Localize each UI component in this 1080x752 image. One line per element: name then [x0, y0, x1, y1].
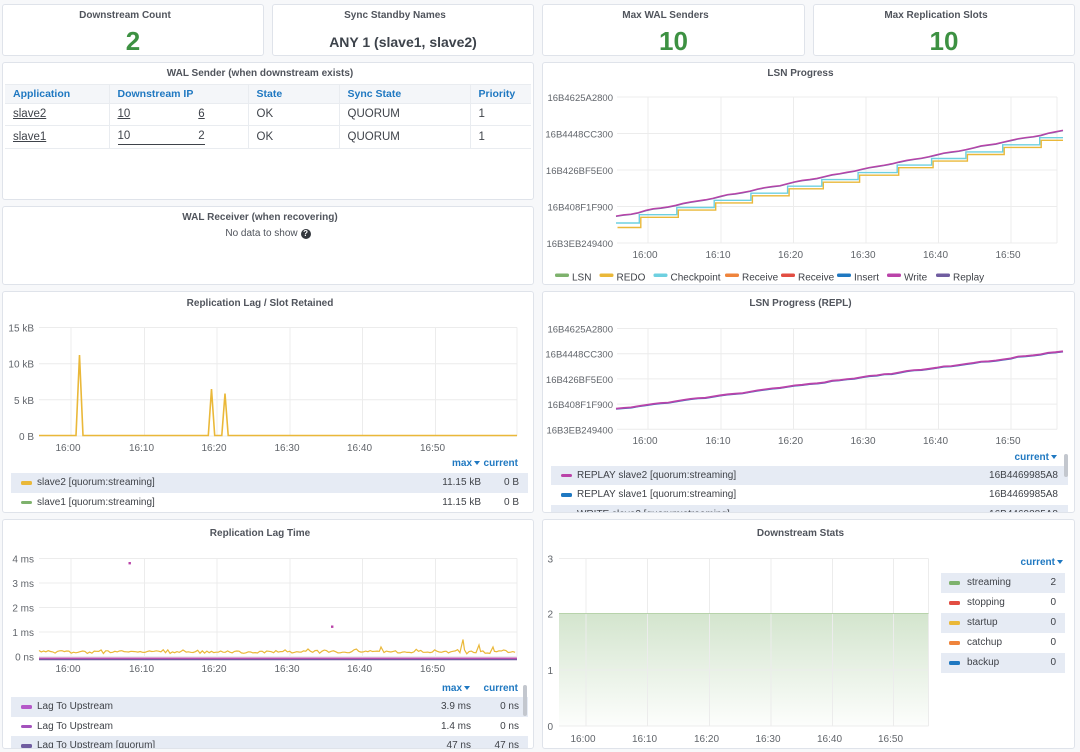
svg-text:16:30: 16:30: [755, 734, 780, 745]
svg-text:LSN: LSN: [572, 273, 591, 284]
svg-text:16B408F1F900: 16B408F1F900: [548, 203, 614, 214]
svg-text:16B4448CC300: 16B4448CC300: [545, 130, 613, 141]
svg-text:16:10: 16:10: [705, 436, 730, 447]
svg-text:16:30: 16:30: [274, 664, 299, 675]
svg-text:3 ms: 3 ms: [12, 579, 34, 590]
svg-text:16B3EB249400: 16B3EB249400: [546, 239, 613, 250]
svg-text:16:50: 16:50: [420, 443, 445, 454]
svg-text:16:00: 16:00: [55, 664, 80, 675]
svg-text:Receive: Receive: [742, 273, 779, 284]
svg-text:16:00: 16:00: [632, 436, 657, 447]
svg-text:16:00: 16:00: [632, 250, 657, 261]
svg-text:0 ns: 0 ns: [15, 653, 34, 664]
svg-text:16B426BF5E00: 16B426BF5E00: [546, 375, 613, 386]
svg-text:16:30: 16:30: [274, 443, 299, 454]
svg-text:16B4625A2800: 16B4625A2800: [547, 325, 613, 336]
svg-text:16:30: 16:30: [850, 436, 875, 447]
svg-text:16:00: 16:00: [570, 734, 595, 745]
svg-text:16:40: 16:40: [347, 664, 372, 675]
svg-text:5 kB: 5 kB: [14, 396, 34, 407]
svg-text:Replay: Replay: [953, 273, 984, 284]
svg-text:0 B: 0 B: [19, 432, 34, 443]
svg-text:16:50: 16:50: [995, 250, 1020, 261]
svg-text:16:20: 16:20: [694, 734, 719, 745]
svg-text:16:20: 16:20: [778, 250, 803, 261]
svg-text:16:20: 16:20: [201, 443, 226, 454]
svg-text:16:40: 16:40: [923, 250, 948, 261]
svg-text:Write: Write: [904, 273, 928, 284]
svg-text:REDO: REDO: [617, 273, 646, 284]
svg-text:16:10: 16:10: [705, 250, 730, 261]
svg-text:16:50: 16:50: [995, 436, 1020, 447]
svg-text:16:40: 16:40: [817, 734, 842, 745]
svg-text:Receive: Receive: [798, 273, 835, 284]
svg-text:16:20: 16:20: [778, 436, 803, 447]
svg-text:16B426BF5E00: 16B426BF5E00: [546, 166, 613, 177]
svg-text:Checkpoint: Checkpoint: [671, 273, 721, 284]
svg-text:2 ms: 2 ms: [12, 604, 34, 615]
svg-text:16B4448CC300: 16B4448CC300: [545, 350, 613, 361]
svg-text:16:50: 16:50: [420, 664, 445, 675]
svg-text:16B408F1F900: 16B408F1F900: [548, 400, 614, 411]
svg-text:10 kB: 10 kB: [8, 360, 34, 371]
svg-text:16B4625A2800: 16B4625A2800: [547, 93, 613, 104]
svg-text:1 ms: 1 ms: [12, 628, 34, 639]
svg-text:16:20: 16:20: [201, 664, 226, 675]
svg-text:0: 0: [547, 722, 553, 733]
svg-text:16:30: 16:30: [850, 250, 875, 261]
svg-text:3: 3: [547, 555, 553, 566]
svg-text:16:40: 16:40: [923, 436, 948, 447]
svg-text:16:50: 16:50: [878, 734, 903, 745]
svg-text:1: 1: [547, 666, 553, 677]
svg-text:16:00: 16:00: [55, 443, 80, 454]
svg-text:Insert: Insert: [854, 273, 879, 284]
svg-text:16B3EB249400: 16B3EB249400: [546, 425, 613, 436]
svg-text:16:40: 16:40: [347, 443, 372, 454]
svg-text:16:10: 16:10: [129, 664, 154, 675]
svg-text:16:10: 16:10: [632, 734, 657, 745]
svg-text:15 kB: 15 kB: [8, 324, 34, 335]
svg-text:16:10: 16:10: [129, 443, 154, 454]
svg-text:2: 2: [547, 610, 553, 621]
svg-text:4 ms: 4 ms: [12, 555, 34, 566]
